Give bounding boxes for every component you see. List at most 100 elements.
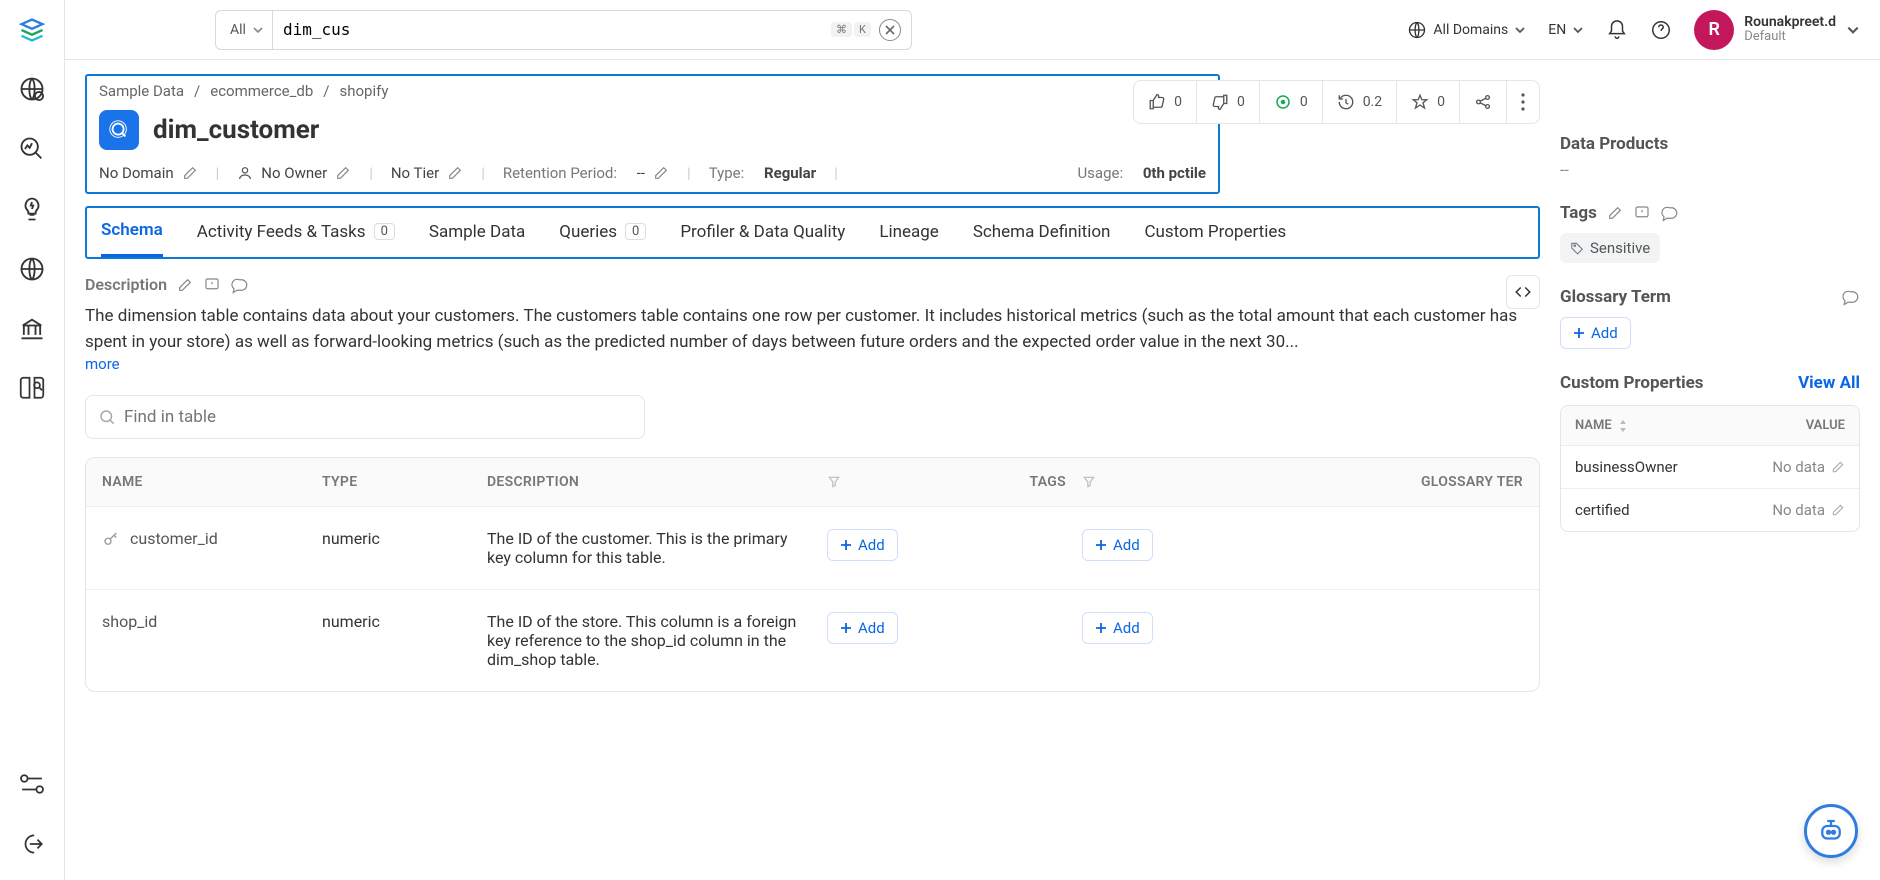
expand-code-button[interactable]: [1506, 275, 1540, 309]
comment-glossary-icon[interactable]: [1842, 288, 1860, 306]
domains-icon[interactable]: [16, 253, 48, 285]
custom-prop-row: certified No data: [1561, 488, 1859, 531]
plus-icon: [1573, 327, 1585, 339]
search-scope-select[interactable]: All: [215, 10, 272, 50]
description-more[interactable]: more: [85, 355, 120, 373]
share-button[interactable]: [1460, 81, 1507, 123]
user-icon: [237, 165, 253, 181]
tab-lineage[interactable]: Lineage: [879, 222, 939, 256]
view-all-link[interactable]: View All: [1798, 373, 1860, 393]
right-panel: Data Products -- Tags Sensitive Glossary…: [1560, 74, 1860, 880]
chat-assistant-button[interactable]: [1804, 804, 1858, 858]
tab-sample-data[interactable]: Sample Data: [429, 222, 525, 256]
col-header-type: TYPE: [314, 474, 479, 490]
retention-chip: Retention Period: --: [503, 164, 669, 182]
domain-chip: No Domain: [99, 164, 198, 182]
governance-icon[interactable]: [16, 313, 48, 345]
tab-profiler[interactable]: Profiler & Data Quality: [680, 222, 845, 256]
col-header-description: DESCRIPTION: [479, 474, 819, 490]
sort-icon[interactable]: [1618, 419, 1628, 433]
pipeline-icon[interactable]: [16, 768, 48, 800]
history-icon: [1337, 93, 1355, 111]
glossary-title: Glossary Term: [1560, 287, 1671, 307]
search-icon: [98, 408, 116, 426]
custom-props-title: Custom Properties: [1560, 373, 1704, 393]
usage-chip: Usage: 0th pctile: [1077, 164, 1206, 182]
thumbs-up-icon: [1148, 93, 1166, 111]
add-tag-button[interactable]: Add: [827, 529, 898, 561]
edit-owner[interactable]: [335, 165, 351, 181]
chevron-down-icon: [1572, 24, 1584, 36]
bot-icon: [1816, 816, 1846, 846]
plus-icon: [1095, 622, 1107, 634]
tab-schema[interactable]: Schema: [101, 220, 163, 257]
tab-activity[interactable]: Activity Feeds & Tasks0: [197, 222, 395, 256]
observability-icon[interactable]: [16, 133, 48, 165]
data-products-value: --: [1560, 160, 1860, 179]
tab-custom-properties[interactable]: Custom Properties: [1144, 222, 1286, 256]
domains-dropdown[interactable]: All Domains: [1407, 20, 1526, 40]
explore-icon[interactable]: [16, 73, 48, 105]
entity-stats: 0 0 0 0.2 0: [1133, 80, 1540, 124]
chevron-down-icon: [1846, 23, 1860, 37]
code-icon: [1514, 283, 1532, 301]
avatar: R: [1694, 10, 1734, 50]
entity-title: dim_customer: [153, 115, 319, 145]
request-description-icon[interactable]: [203, 276, 221, 294]
table-row: customer_id numeric The ID of the custom…: [86, 506, 1539, 589]
find-in-table-input[interactable]: [124, 407, 632, 427]
add-glossary-term-button[interactable]: Add: [1560, 317, 1631, 349]
breadcrumb-item[interactable]: ecommerce_db: [210, 82, 313, 100]
key-icon: [102, 530, 120, 548]
request-tags-icon[interactable]: [1633, 204, 1651, 222]
breadcrumb-item[interactable]: Sample Data: [99, 82, 184, 100]
add-glossary-button[interactable]: Add: [1082, 612, 1153, 644]
search-input[interactable]: [283, 20, 823, 39]
breadcrumb-item[interactable]: shopify: [339, 82, 388, 100]
tag-chip[interactable]: Sensitive: [1560, 233, 1660, 263]
left-sidebar: [0, 0, 65, 880]
user-menu[interactable]: R Rounakpreet.d Default: [1694, 10, 1860, 50]
breadcrumb: Sample Data/ ecommerce_db/ shopify: [99, 82, 1206, 100]
edit-tier[interactable]: [447, 165, 463, 181]
close-icon: [885, 25, 895, 35]
upvote-button[interactable]: 0: [1134, 81, 1197, 123]
edit-domain[interactable]: [182, 165, 198, 181]
tab-queries[interactable]: Queries0: [559, 222, 646, 256]
edit-retention[interactable]: [653, 165, 669, 181]
add-tag-button[interactable]: Add: [827, 612, 898, 644]
chevron-down-icon: [1514, 24, 1526, 36]
language-dropdown[interactable]: EN: [1548, 22, 1584, 38]
edit-prop[interactable]: [1831, 503, 1845, 517]
tag-icon: [1570, 241, 1584, 255]
logout-icon[interactable]: [16, 828, 48, 860]
chevron-down-icon: [252, 24, 264, 36]
comment-tags-icon[interactable]: [1661, 204, 1679, 222]
comment-icon[interactable]: [231, 276, 249, 294]
edit-prop[interactable]: [1831, 460, 1845, 474]
filter-glossary-icon[interactable]: [1082, 475, 1096, 489]
time-stat[interactable]: 0.2: [1323, 81, 1397, 123]
filter-tags-icon[interactable]: [827, 475, 841, 489]
add-glossary-button[interactable]: Add: [1082, 529, 1153, 561]
edit-description[interactable]: [177, 277, 193, 293]
insights-icon[interactable]: [16, 193, 48, 225]
notifications-icon[interactable]: [1606, 19, 1628, 41]
edit-tags[interactable]: [1607, 205, 1623, 221]
description-text: The dimension table contains data about …: [85, 304, 1540, 355]
app-logo[interactable]: [17, 15, 47, 45]
user-name: Rounakpreet.d: [1744, 14, 1836, 30]
more-button[interactable]: [1507, 81, 1539, 123]
glossary-icon[interactable]: [16, 373, 48, 405]
runs-stat[interactable]: 0: [1260, 81, 1323, 123]
find-in-table-wrap: [85, 395, 645, 439]
tab-schema-definition[interactable]: Schema Definition: [973, 222, 1111, 256]
schema-table: NAME TYPE DESCRIPTION TAGS GLOSSARY TER …: [85, 457, 1540, 692]
downvote-button[interactable]: 0: [1197, 81, 1260, 123]
help-icon[interactable]: [1650, 19, 1672, 41]
table-row: shop_id numeric The ID of the store. Thi…: [86, 589, 1539, 691]
kebab-icon: [1521, 93, 1525, 111]
star-button[interactable]: 0: [1397, 81, 1460, 123]
clear-search-button[interactable]: [879, 19, 901, 41]
search-input-wrap: ⌘ K: [272, 10, 912, 50]
